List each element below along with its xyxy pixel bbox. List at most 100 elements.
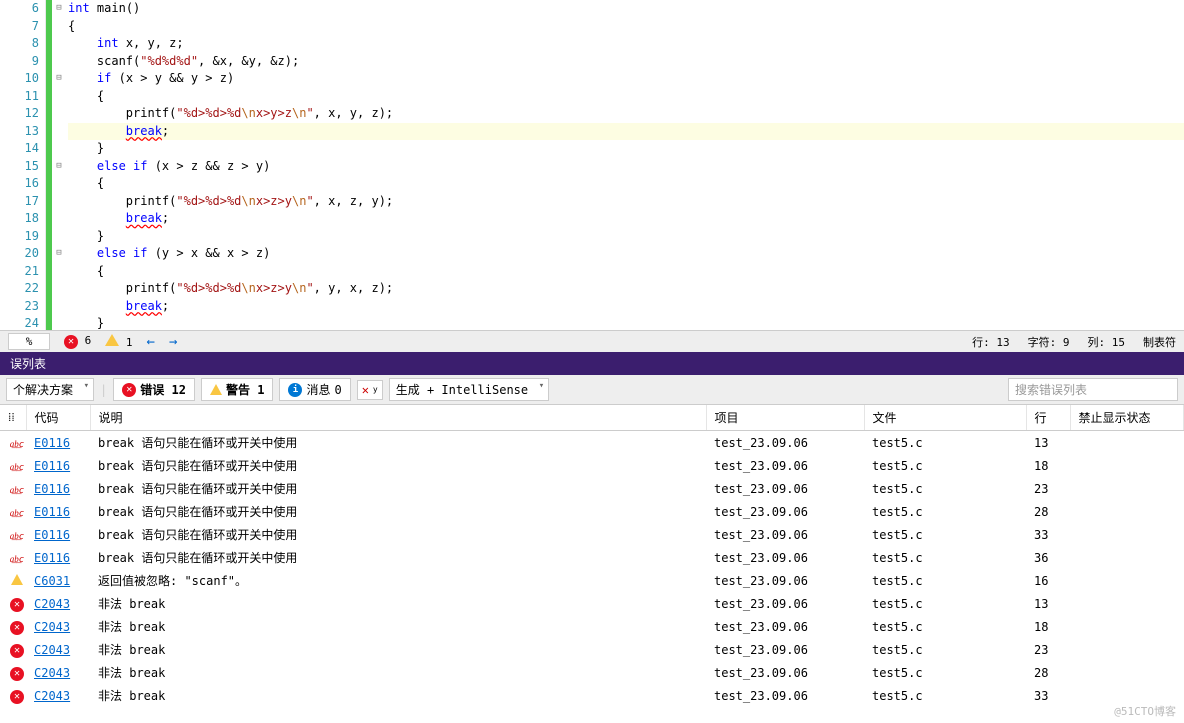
error-line: 13 xyxy=(1026,592,1070,615)
error-icon: a͟b͟c xyxy=(8,439,26,450)
error-code-link[interactable]: E0116 xyxy=(34,459,70,473)
error-code-link[interactable]: C2043 xyxy=(34,643,70,657)
error-icon: a͟b͟c xyxy=(8,531,26,542)
error-line: 33 xyxy=(1026,684,1070,705)
error-list-toolbar: 个解决方案 | ✕错误 12 警告 1 i消息 0 ✕y 生成 + Intell… xyxy=(0,375,1184,405)
error-file: test5.c xyxy=(864,546,1026,569)
solution-dropdown[interactable]: 个解决方案 xyxy=(6,378,94,401)
error-icon: ✕ xyxy=(8,690,26,704)
error-line: 33 xyxy=(1026,523,1070,546)
error-row[interactable]: ✕ C2043 非法 break test_23.09.06 test5.c 1… xyxy=(0,592,1184,615)
error-row[interactable]: C6031 返回值被忽略: "scanf"。 test_23.09.06 tes… xyxy=(0,569,1184,592)
error-row[interactable]: a͟b͟c E0116 break 语句只能在循环或开关中使用 test_23.… xyxy=(0,477,1184,500)
error-code-link[interactable]: E0116 xyxy=(34,551,70,565)
error-file: test5.c xyxy=(864,454,1026,477)
error-line: 28 xyxy=(1026,661,1070,684)
error-line: 18 xyxy=(1026,615,1070,638)
cursor-char: 字符: 9 xyxy=(1028,334,1070,350)
error-row[interactable]: a͟b͟c E0116 break 语句只能在循环或开关中使用 test_23.… xyxy=(0,500,1184,523)
error-row[interactable]: a͟b͟c E0116 break 语句只能在循环或开关中使用 test_23.… xyxy=(0,431,1184,455)
fold-gutter[interactable]: ⊟ ⊟ ⊟ ⊟ xyxy=(52,0,66,330)
col-desc[interactable]: 说明 xyxy=(90,405,706,431)
error-file: test5.c xyxy=(864,615,1026,638)
error-line: 23 xyxy=(1026,477,1070,500)
error-project: test_23.09.06 xyxy=(706,454,864,477)
error-code-link[interactable]: C6031 xyxy=(34,574,70,588)
error-code-link[interactable]: C2043 xyxy=(34,597,70,611)
error-project: test_23.09.06 xyxy=(706,638,864,661)
error-row[interactable]: a͟b͟c E0116 break 语句只能在循环或开关中使用 test_23.… xyxy=(0,523,1184,546)
error-description: 非法 break xyxy=(90,638,706,661)
col-file[interactable]: 文件 xyxy=(864,405,1026,431)
code-editor[interactable]: 6789101112131415161718192021222324 ⊟ ⊟ ⊟… xyxy=(0,0,1184,330)
build-scope-dropdown[interactable]: 生成 + IntelliSense xyxy=(389,378,549,401)
error-project: test_23.09.06 xyxy=(706,477,864,500)
error-file: test5.c xyxy=(864,661,1026,684)
errors-filter-button[interactable]: ✕错误 12 xyxy=(113,378,195,401)
error-project: test_23.09.06 xyxy=(706,661,864,684)
col-project[interactable]: 项目 xyxy=(706,405,864,431)
error-description: break 语句只能在循环或开关中使用 xyxy=(90,477,706,500)
col-line[interactable]: 行 xyxy=(1026,405,1070,431)
error-file: test5.c xyxy=(864,477,1026,500)
error-project: test_23.09.06 xyxy=(706,615,864,638)
error-line: 36 xyxy=(1026,546,1070,569)
error-icon: ✕ xyxy=(8,644,26,658)
warning-summary[interactable]: 1 xyxy=(105,334,132,349)
error-description: break 语句只能在循环或开关中使用 xyxy=(90,500,706,523)
error-project: test_23.09.06 xyxy=(706,546,864,569)
nav-prev-icon[interactable]: ← xyxy=(147,334,155,350)
error-code-link[interactable]: E0116 xyxy=(34,528,70,542)
nav-next-icon[interactable]: → xyxy=(169,334,177,350)
error-file: test5.c xyxy=(864,684,1026,705)
error-file: test5.c xyxy=(864,523,1026,546)
error-summary[interactable]: ✕ 6 xyxy=(64,334,91,349)
error-project: test_23.09.06 xyxy=(706,592,864,615)
error-line: 13 xyxy=(1026,431,1070,455)
error-row[interactable]: a͟b͟c E0116 break 语句只能在循环或开关中使用 test_23.… xyxy=(0,546,1184,569)
error-code-link[interactable]: E0116 xyxy=(34,505,70,519)
code-area[interactable]: int main(){ int x, y, z; scanf("%d%d%d",… xyxy=(66,0,1184,330)
table-header-row[interactable]: ⁞⁞ 代码 说明 项目 文件 行 禁止显示状态 xyxy=(0,405,1184,431)
error-row[interactable]: ✕ C2043 非法 break test_23.09.06 test5.c 3… xyxy=(0,684,1184,705)
messages-filter-button[interactable]: i消息 0 xyxy=(279,378,350,401)
error-list-table[interactable]: ⁞⁞ 代码 说明 项目 文件 行 禁止显示状态 a͟b͟c E0116 brea… xyxy=(0,405,1184,705)
cursor-line: 行: 13 xyxy=(972,334,1010,350)
error-row[interactable]: ✕ C2043 非法 break test_23.09.06 test5.c 2… xyxy=(0,638,1184,661)
error-description: 非法 break xyxy=(90,684,706,705)
error-description: break 语句只能在循环或开关中使用 xyxy=(90,546,706,569)
tab-indicator: 制表符 xyxy=(1143,334,1176,350)
error-file: test5.c xyxy=(864,569,1026,592)
search-input[interactable]: 搜索错误列表 xyxy=(1008,378,1178,401)
error-code-link[interactable]: C2043 xyxy=(34,689,70,703)
zoom-indicator[interactable]: % xyxy=(8,333,50,350)
col-code[interactable]: 代码 xyxy=(26,405,90,431)
error-row[interactable]: ✕ C2043 非法 break test_23.09.06 test5.c 2… xyxy=(0,661,1184,684)
col-icon[interactable]: ⁞⁞ xyxy=(0,405,26,431)
col-suppress[interactable]: 禁止显示状态 xyxy=(1070,405,1184,431)
error-project: test_23.09.06 xyxy=(706,431,864,455)
error-code-link[interactable]: C2043 xyxy=(34,620,70,634)
error-file: test5.c xyxy=(864,638,1026,661)
error-icon: ✕ xyxy=(8,621,26,635)
error-file: test5.c xyxy=(864,431,1026,455)
warnings-filter-button[interactable]: 警告 1 xyxy=(201,378,273,401)
error-code-link[interactable]: C2043 xyxy=(34,666,70,680)
error-project: test_23.09.06 xyxy=(706,684,864,705)
error-line: 28 xyxy=(1026,500,1070,523)
error-row[interactable]: ✕ C2043 非法 break test_23.09.06 test5.c 1… xyxy=(0,615,1184,638)
error-icon: ✕ xyxy=(8,667,26,681)
error-code-link[interactable]: E0116 xyxy=(34,436,70,450)
watermark: @51CTO博客 xyxy=(1114,703,1176,719)
error-description: 非法 break xyxy=(90,661,706,684)
error-icon: a͟b͟c xyxy=(8,508,26,519)
error-project: test_23.09.06 xyxy=(706,500,864,523)
cursor-col: 列: 15 xyxy=(1088,334,1126,350)
clear-filter-button[interactable]: ✕y xyxy=(357,380,383,400)
error-icon: ✕ xyxy=(8,598,26,612)
error-row[interactable]: a͟b͟c E0116 break 语句只能在循环或开关中使用 test_23.… xyxy=(0,454,1184,477)
error-code-link[interactable]: E0116 xyxy=(34,482,70,496)
error-description: 非法 break xyxy=(90,615,706,638)
error-line: 16 xyxy=(1026,569,1070,592)
error-icon: a͟b͟c xyxy=(8,554,26,565)
